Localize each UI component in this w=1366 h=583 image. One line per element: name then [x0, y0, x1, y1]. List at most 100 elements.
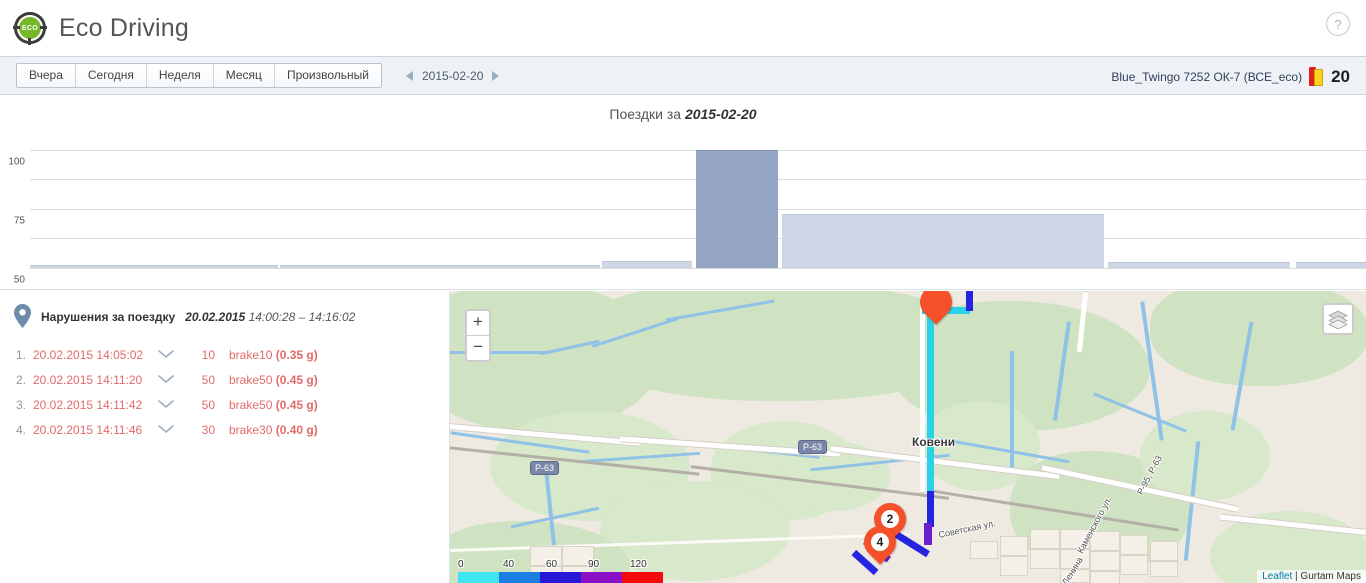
- violation-time: 20.02.2015 14:05:02: [33, 348, 157, 362]
- eco-driving-logo: ECO: [14, 12, 46, 44]
- map-label: Ковени: [912, 435, 955, 449]
- violation-type: brake30 (0.40 g): [229, 423, 449, 437]
- range-button-week[interactable]: Неделя: [147, 64, 214, 87]
- chart-title-date: 2015-02-20: [685, 106, 757, 122]
- date-toolbar: Вчера Сегодня Неделя Месяц Произвольный …: [0, 56, 1366, 95]
- marker-pin-icon: [913, 291, 958, 325]
- chart-y-tick: 100: [8, 156, 25, 167]
- chart-bars: [30, 138, 1366, 268]
- eco-driving-app: ECO Eco Driving ? Вчера Сегодня Неделя М…: [0, 0, 1366, 583]
- trips-chart: Поездки за 2015-02-20 0255075100: [0, 95, 1366, 290]
- map-attribution: Leaflet | Gurtam Maps: [1257, 570, 1366, 583]
- chart-title: Поездки за 2015-02-20: [0, 95, 1366, 122]
- attribution-provider: Gurtam Maps: [1300, 571, 1361, 582]
- range-button-group: Вчера Сегодня Неделя Месяц Произвольный: [16, 63, 382, 88]
- chart-bar-0[interactable]: [30, 265, 278, 268]
- chart-bar-5[interactable]: [1108, 262, 1290, 268]
- violation-index: 3.: [16, 398, 33, 412]
- speed-tick: 90: [588, 559, 599, 570]
- map-zoom-control[interactable]: + −: [465, 309, 491, 362]
- chart-y-tick: 75: [14, 215, 25, 226]
- violation-force: (0.35 g): [276, 348, 318, 362]
- speed-legend-segment: [581, 572, 622, 583]
- app-header: ECO Eco Driving ?: [0, 0, 1366, 56]
- violation-time: 20.02.2015 14:11:42: [33, 398, 157, 412]
- decel-arrow-icon: [157, 373, 183, 387]
- chart-bar-2[interactable]: [602, 261, 692, 268]
- violation-row[interactable]: 1.20.02.2015 14:05:02 10brake10 (0.35 g): [0, 342, 449, 367]
- decel-arrow-icon: [157, 423, 183, 437]
- road-shield: Р-63: [530, 461, 559, 475]
- vehicle-name-label: Blue_Twingo 7252 ОК-7 (ВСЕ_eco): [1111, 70, 1302, 84]
- speed-tick: 120: [630, 559, 647, 570]
- trip-map[interactable]: + − КовениСоветская ул.Каменского ул.Лен…: [450, 291, 1366, 583]
- logo-spoke-bottom: [28, 38, 31, 45]
- violation-row[interactable]: 4.20.02.2015 14:11:46 30brake30 (0.40 g): [0, 417, 449, 442]
- speed-legend-segment: [458, 572, 499, 583]
- chart-title-prefix: Поездки за: [609, 106, 685, 122]
- range-button-custom[interactable]: Произвольный: [275, 64, 381, 87]
- violation-index: 4.: [16, 423, 33, 437]
- lower-split: Нарушения за поездку20.02.2015 14:00:28 …: [0, 291, 1366, 583]
- chart-bar-1[interactable]: [280, 265, 600, 268]
- chevron-right-icon[interactable]: [492, 71, 499, 81]
- range-button-today[interactable]: Сегодня: [76, 64, 147, 87]
- range-button-month[interactable]: Месяц: [214, 64, 275, 87]
- violation-force: (0.40 g): [276, 423, 318, 437]
- current-date-label: 2015-02-20: [422, 69, 483, 83]
- violation-time: 20.02.2015 14:11:20: [33, 373, 157, 387]
- chart-plot-area: 0255075100: [30, 138, 1366, 268]
- chart-bar-3[interactable]: [696, 150, 778, 268]
- violations-list: 1.20.02.2015 14:05:02 10brake10 (0.35 g) 2…: [0, 342, 449, 442]
- decel-arrow-icon: [157, 398, 183, 412]
- violation-value: 30: [183, 423, 229, 437]
- chart-bar-6[interactable]: [1296, 262, 1366, 268]
- marker-label: 4: [871, 533, 889, 551]
- decel-arrow-icon: [157, 348, 183, 362]
- vehicle-summary[interactable]: Blue_Twingo 7252 ОК-7 (ВСЕ_eco) 20: [1111, 57, 1350, 96]
- speed-legend-segment: [499, 572, 540, 583]
- chevron-left-icon[interactable]: [406, 71, 413, 81]
- violations-panel: Нарушения за поездку20.02.2015 14:00:28 …: [0, 291, 450, 583]
- plus-icon[interactable]: +: [467, 311, 489, 336]
- map-marker[interactable]: 4: [864, 526, 896, 568]
- chart-bar-4[interactable]: [782, 214, 1104, 268]
- speed-legend-segment: [622, 572, 663, 583]
- violation-force: (0.45 g): [276, 373, 318, 387]
- logo-spoke-left: [13, 26, 20, 29]
- page-title: Eco Driving: [59, 14, 189, 43]
- violation-row[interactable]: 3.20.02.2015 14:11:42 50brake50 (0.45 g): [0, 392, 449, 417]
- help-icon[interactable]: ?: [1326, 12, 1350, 36]
- speed-tick: 60: [546, 559, 557, 570]
- violation-index: 2.: [16, 373, 33, 387]
- layers-stack-icon[interactable]: [1322, 303, 1354, 335]
- violation-type: brake50 (0.45 g): [229, 398, 449, 412]
- violation-value: 10: [183, 348, 229, 362]
- road-shield: Р-63: [798, 440, 827, 454]
- violations-header: Нарушения за поездку20.02.2015 14:00:28 …: [0, 303, 449, 333]
- map-tiles: [450, 291, 1366, 583]
- violation-type: brake50 (0.45 g): [229, 373, 449, 387]
- map-marker[interactable]: [920, 291, 952, 328]
- violations-heading: Нарушения за поездку: [41, 310, 175, 324]
- violations-trip-date: 20.02.2015: [185, 310, 245, 324]
- leaflet-link[interactable]: Leaflet: [1262, 571, 1292, 582]
- logo-text: ECO: [22, 25, 38, 32]
- violation-force: (0.45 g): [276, 398, 318, 412]
- chart-gridline: 0: [30, 268, 1366, 269]
- violations-header-text: Нарушения за поездку20.02.2015 14:00:28 …: [41, 303, 355, 324]
- date-navigator: 2015-02-20: [406, 69, 499, 83]
- logo-spoke-right: [40, 26, 47, 29]
- violation-index: 1.: [16, 348, 33, 362]
- violation-type: brake10 (0.35 g): [229, 348, 449, 362]
- violation-row[interactable]: 2.20.02.2015 14:11:20 50brake50 (0.45 g): [0, 367, 449, 392]
- rating-card-icon: [1309, 67, 1324, 86]
- violation-value: 50: [183, 398, 229, 412]
- speed-legend: 0406090120: [458, 559, 663, 583]
- violation-time: 20.02.2015 14:11:46: [33, 423, 157, 437]
- vehicle-score-label: 20: [1331, 67, 1350, 87]
- speed-tick: 0: [458, 559, 464, 570]
- minus-icon[interactable]: −: [467, 336, 489, 360]
- violation-value: 50: [183, 373, 229, 387]
- range-button-yesterday[interactable]: Вчера: [17, 64, 76, 87]
